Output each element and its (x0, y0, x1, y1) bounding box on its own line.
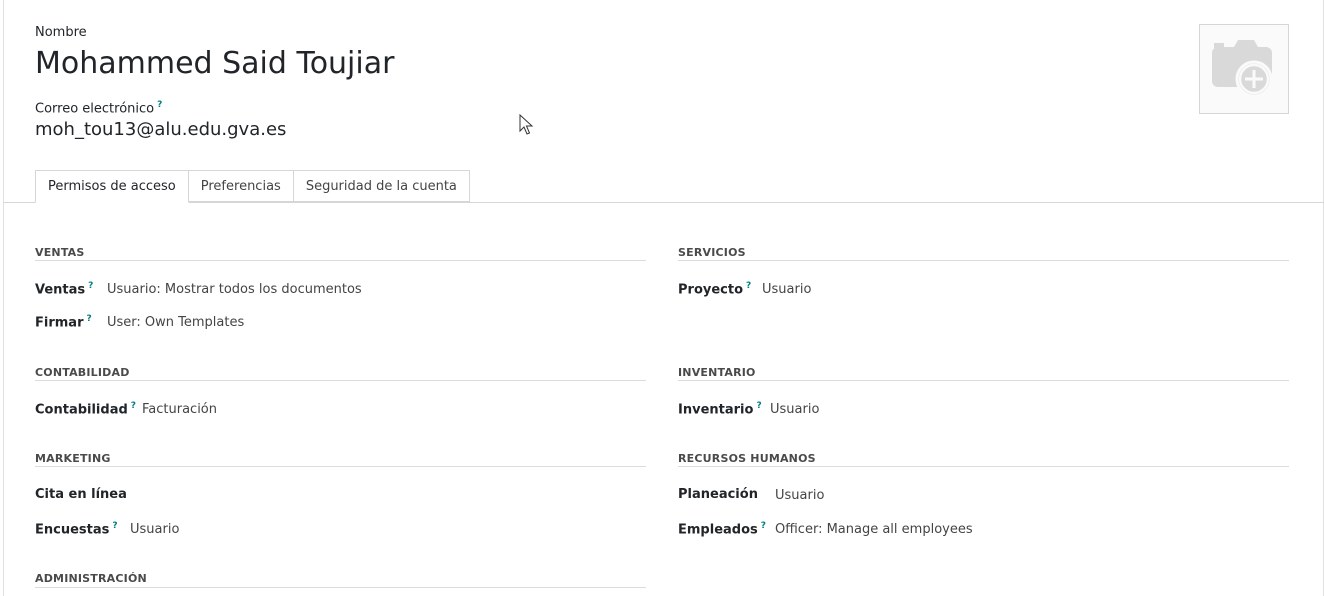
group-title-recursos-humanos: RECURSOS HUMANOS (678, 452, 816, 465)
field-value-ventas[interactable]: Usuario: Mostrar todos los documentos (107, 282, 362, 297)
name-label: Nombre (35, 25, 87, 40)
field-label-empleados: Empleados? (678, 521, 766, 537)
group-divider (35, 466, 646, 467)
group-title-contabilidad: CONTABILIDAD (35, 366, 130, 379)
mouse-pointer-icon (519, 114, 534, 135)
email-label-text: Correo electrónico (35, 101, 155, 117)
avatar-upload[interactable] (1199, 24, 1289, 114)
camera-add-icon (1212, 40, 1273, 98)
form-tabs: Permisos de acceso Preferencias Segurida… (35, 170, 470, 203)
group-title-marketing: MARKETING (35, 452, 111, 465)
help-tooltip-icon[interactable]: ? (746, 281, 751, 291)
help-tooltip-icon[interactable]: ? (157, 100, 162, 110)
field-value-firmar[interactable]: User: Own Templates (107, 315, 244, 330)
help-tooltip-icon[interactable]: ? (761, 521, 766, 531)
group-divider (35, 260, 646, 261)
group-title-servicios: SERVICIOS (678, 246, 746, 259)
field-value-contabilidad[interactable]: Facturación (142, 402, 217, 417)
field-label-cita-en-linea: Cita en línea (35, 487, 127, 502)
field-label-text: Firmar (35, 315, 84, 331)
group-divider (678, 380, 1289, 381)
group-title-inventario: INVENTARIO (678, 366, 756, 379)
email-label: Correo electrónico? (35, 100, 162, 116)
field-value-inventario[interactable]: Usuario (770, 402, 819, 417)
field-label-contabilidad: Contabilidad? (35, 401, 136, 417)
help-tooltip-icon[interactable]: ? (131, 401, 136, 411)
help-tooltip-icon[interactable]: ? (112, 521, 117, 531)
field-label-text: Ventas (35, 282, 86, 298)
group-divider (678, 260, 1289, 261)
field-label-firmar: Firmar? (35, 314, 92, 330)
tab-preferencias[interactable]: Preferencias (187, 170, 294, 202)
field-label-text: Contabilidad (35, 402, 128, 418)
field-label-text: Empleados (678, 522, 758, 538)
email-field[interactable]: moh_tou13@alu.edu.gva.es (35, 119, 286, 140)
group-divider (678, 466, 1289, 467)
field-label-ventas: Ventas? (35, 281, 93, 297)
field-value-encuestas[interactable]: Usuario (130, 522, 179, 537)
help-tooltip-icon[interactable]: ? (88, 281, 93, 291)
field-value-empleados[interactable]: Officer: Manage all employees (775, 522, 973, 537)
field-label-planeacion: Planeación (678, 487, 758, 502)
tab-permisos-de-acceso[interactable]: Permisos de acceso (35, 170, 189, 203)
tab-seguridad-de-la-cuenta[interactable]: Seguridad de la cuenta (292, 170, 470, 202)
help-tooltip-icon[interactable]: ? (756, 401, 761, 411)
name-field[interactable]: Mohammed Said Toujiar (35, 46, 394, 81)
field-label-text: Inventario (678, 402, 754, 418)
field-label-inventario: Inventario? (678, 401, 762, 417)
group-title-administracion: ADMINISTRACIÓN (35, 572, 147, 585)
group-title-ventas: VENTAS (35, 246, 85, 259)
group-divider (35, 380, 646, 381)
field-value-proyecto[interactable]: Usuario (762, 282, 811, 297)
form-sheet (3, 0, 1324, 596)
field-label-encuestas: Encuestas? (35, 521, 118, 537)
field-label-proyecto: Proyecto? (678, 281, 751, 297)
field-label-text: Proyecto (678, 282, 744, 298)
field-value-planeacion[interactable]: Usuario (775, 488, 824, 503)
help-tooltip-icon[interactable]: ? (86, 314, 91, 324)
field-label-text: Encuestas (35, 522, 110, 538)
group-divider (35, 587, 646, 588)
